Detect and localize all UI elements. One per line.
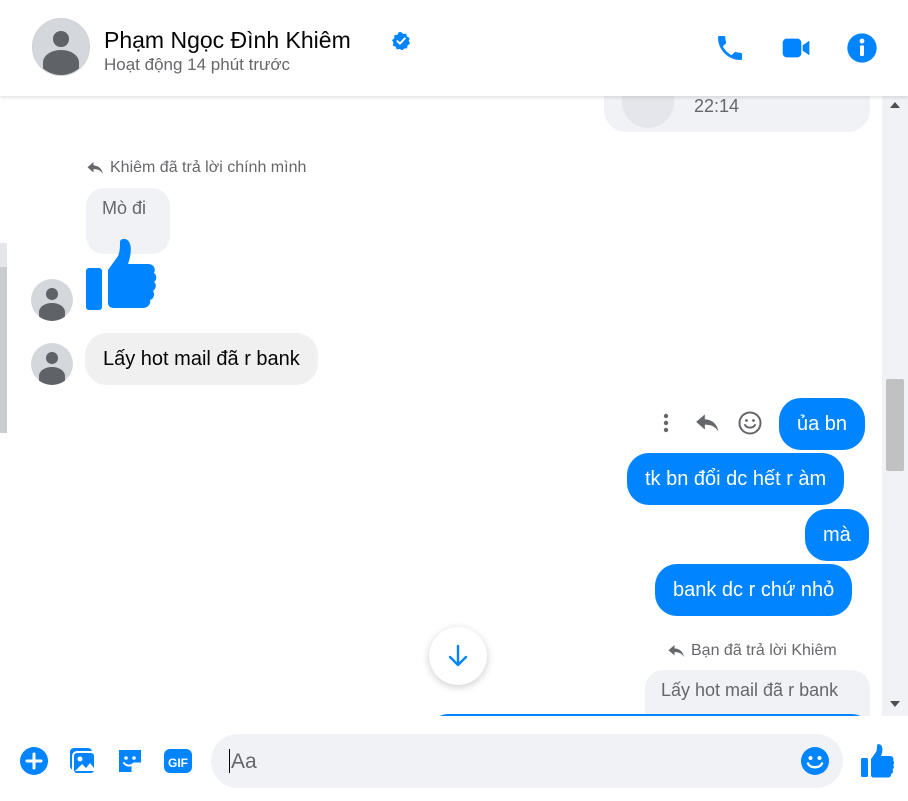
more-options-icon[interactable] <box>653 410 679 436</box>
contact-avatar-small[interactable] <box>31 343 73 385</box>
message-text: tk bn đổi dc hết r àm <box>645 467 827 490</box>
outgoing-message[interactable]: ủa bn <box>779 398 866 450</box>
contact-status: Hoạt động 14 phút trước <box>104 55 291 74</box>
reply-arrow-icon <box>668 645 684 657</box>
outgoing-message[interactable]: bank dc r chứ nhỏ <box>655 564 853 616</box>
verified-badge-icon <box>392 32 410 50</box>
message-text: mà <box>823 523 851 546</box>
incoming-message[interactable]: Lấy hot mail đã r bank <box>85 333 318 385</box>
outgoing-message[interactable]: tk bn đổi dc hết r àm <box>627 453 845 505</box>
arrow-down-icon <box>448 644 468 667</box>
scroll-to-bottom-button[interactable] <box>429 627 487 685</box>
scroll-down-arrow[interactable] <box>890 701 900 707</box>
conversation-header: Phạm Ngọc Đình Khiêm Hoạt động 14 phút t… <box>0 0 908 96</box>
message-text: ủa bn <box>797 412 848 435</box>
call-time-label: 22:14 <box>694 96 740 116</box>
like-icon[interactable] <box>860 744 894 778</box>
reply-note-text: Bạn đã trả lời Khiêm <box>691 642 837 659</box>
quoted-message-text: Mò đi <box>102 198 147 218</box>
vertical-scrollbar[interactable] <box>882 96 908 716</box>
add-icon[interactable] <box>19 746 49 776</box>
scrollbar-thumb[interactable] <box>886 379 904 471</box>
gif-icon[interactable]: GIF <box>163 746 193 776</box>
message-list[interactable]: 22:14 Khiêm đã trả lời chính mình Mò đi … <box>0 96 908 716</box>
phone-icon[interactable] <box>714 32 746 64</box>
contact-name[interactable]: Phạm Ngọc Đình Khiêm <box>104 27 351 54</box>
reply-arrow-icon <box>87 162 103 174</box>
reply-note-text: Khiêm đã trả lời chính mình <box>110 159 307 176</box>
outgoing-message[interactable]: mà <box>805 509 869 561</box>
message-composer: GIF <box>0 716 908 801</box>
message-input-box[interactable] <box>211 734 843 790</box>
react-emoji-icon[interactable] <box>737 410 763 436</box>
reply-note: Bạn đã trả lời Khiêm <box>667 642 837 660</box>
message-input[interactable] <box>229 734 793 790</box>
quoted-message-text: Lấy hot mail đã r bank <box>661 680 839 700</box>
side-panel-rail <box>0 243 7 433</box>
info-icon[interactable] <box>846 32 878 64</box>
message-text: bank dc r chứ nhỏ <box>673 578 835 601</box>
image-icon[interactable] <box>67 746 97 776</box>
scroll-up-arrow[interactable] <box>890 102 900 108</box>
thumbs-up-sticker-icon[interactable] <box>84 238 158 312</box>
sticker-icon[interactable] <box>115 746 145 776</box>
quoted-message-bubble[interactable]: Lấy hot mail đã r bank <box>645 670 870 716</box>
reply-note: Khiêm đã trả lời chính mình <box>86 159 306 177</box>
message-text: Lấy hot mail đã r bank <box>103 347 300 370</box>
contact-avatar-small[interactable] <box>31 279 73 321</box>
contact-avatar[interactable] <box>32 18 90 76</box>
video-call-icon[interactable] <box>780 32 812 64</box>
emoji-icon[interactable] <box>800 746 830 776</box>
reply-icon[interactable] <box>694 410 720 436</box>
svg-text:GIF: GIF <box>168 756 188 770</box>
